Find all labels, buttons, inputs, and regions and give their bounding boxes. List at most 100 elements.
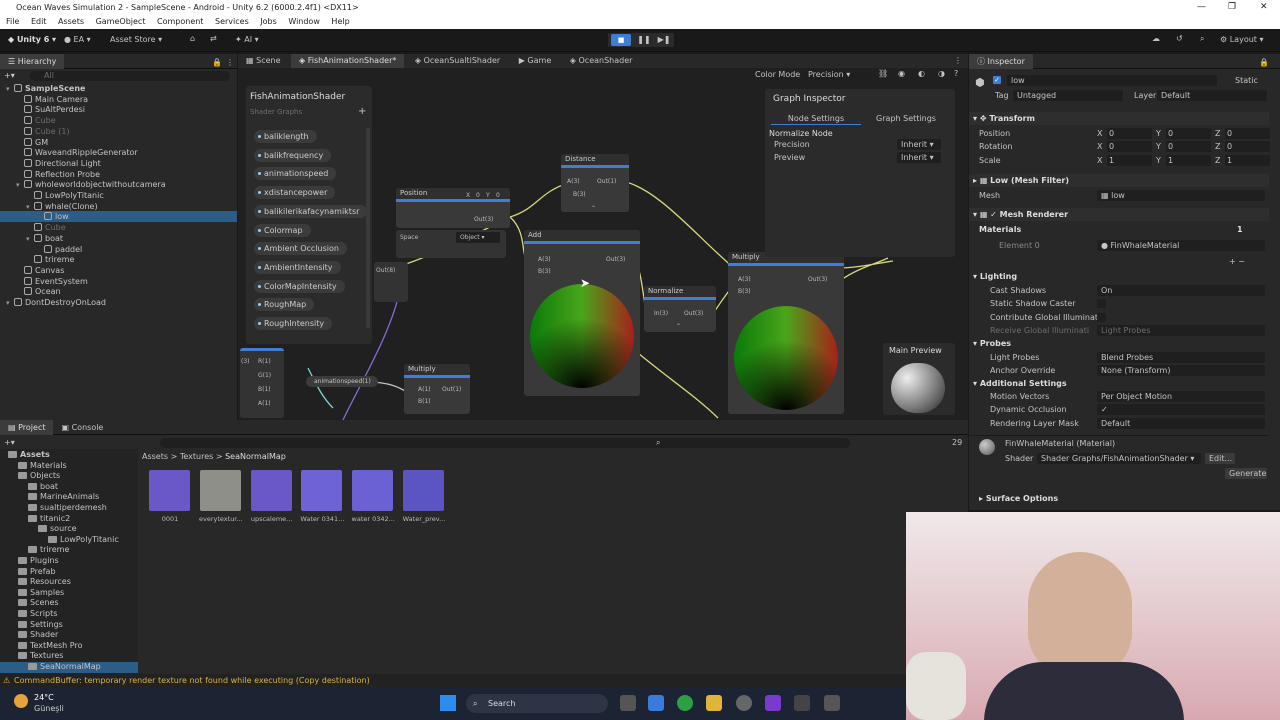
- hierarchy-item[interactable]: EventSystem: [0, 276, 237, 287]
- transform-y-field[interactable]: 1: [1166, 154, 1211, 166]
- transform-x-field[interactable]: 0: [1107, 141, 1152, 153]
- hierarchy-item[interactable]: WaveandRippleGenerator: [0, 147, 237, 158]
- tab-scene[interactable]: ▦ Scene: [238, 54, 289, 69]
- asset-thumbnail[interactable]: [199, 470, 241, 511]
- space-node[interactable]: Space Object ▾: [396, 230, 506, 258]
- multiply-port-b[interactable]: B(3): [738, 288, 751, 295]
- minimize-button[interactable]: —: [1197, 0, 1206, 15]
- tab-graph-settings[interactable]: Graph Settings: [861, 113, 951, 125]
- transform-z-field[interactable]: 1: [1225, 154, 1270, 166]
- hierarchy-search-input[interactable]: All: [30, 71, 230, 81]
- hierarchy-item[interactable]: Cube (1): [0, 126, 237, 137]
- hierarchy-item[interactable]: ▾ whale(Clone): [0, 201, 237, 212]
- hierarchy-item[interactable]: ▾ boat: [0, 233, 237, 244]
- project-folder[interactable]: LowPolyTitanic: [0, 535, 138, 546]
- transform-header[interactable]: ▾ ✥ Transform: [969, 112, 1269, 125]
- unity-editor-icon[interactable]: [824, 695, 840, 711]
- tab-fish-animation-shader[interactable]: ◈ FishAnimationShader*: [291, 54, 405, 69]
- inspector-row-value[interactable]: ✓: [1097, 404, 1265, 416]
- menu-services[interactable]: Services: [215, 17, 249, 26]
- distance-node[interactable]: Distance A(3) B(3) Out(1) ⌄: [561, 154, 629, 212]
- materials-row[interactable]: Materials 1: [969, 223, 1269, 236]
- project-folder[interactable]: boat: [0, 482, 138, 493]
- step-button[interactable]: ▶❚: [655, 34, 673, 46]
- split-out-port[interactable]: Out(8): [376, 267, 395, 274]
- project-folder[interactable]: Materials: [0, 461, 138, 472]
- hierarchy-item[interactable]: trireme: [0, 254, 237, 265]
- blackboard-property[interactable]: baliklength: [254, 130, 317, 143]
- hierarchy-item[interactable]: SuAltPerdesi: [0, 104, 237, 115]
- hierarchy-item[interactable]: paddel: [0, 244, 237, 255]
- asset-thumbnail[interactable]: [149, 470, 190, 511]
- taskbar-search-box[interactable]: ⌕ Search: [466, 694, 608, 713]
- transform-z-field[interactable]: 0: [1225, 128, 1270, 139]
- project-folder[interactable]: MarineAnimals: [0, 492, 138, 503]
- add-port-out[interactable]: Out(3): [606, 256, 625, 263]
- project-folder[interactable]: Prefab: [0, 567, 138, 578]
- add-element-button[interactable]: + −: [1229, 257, 1245, 266]
- hierarchy-item[interactable]: Cube: [0, 115, 237, 126]
- unity-hub-icon[interactable]: [794, 695, 810, 711]
- layer-dropdown[interactable]: Default: [1157, 90, 1267, 101]
- add-property-button[interactable]: +: [358, 106, 366, 117]
- split-port-b[interactable]: B(1): [258, 386, 271, 393]
- maximize-button[interactable]: ❐: [1228, 0, 1236, 15]
- multiply-node[interactable]: Multiply A(3) B(3) Out(3): [728, 252, 844, 414]
- project-folder[interactable]: source: [0, 524, 138, 535]
- space-dropdown[interactable]: Object ▾: [456, 232, 500, 243]
- copilot-icon[interactable]: [648, 695, 664, 711]
- hierarchy-item[interactable]: low: [0, 211, 237, 223]
- panel-menu-icon[interactable]: ⋮: [226, 55, 234, 70]
- blackboard-property[interactable]: ColorMapIntensity: [254, 279, 345, 293]
- position-node[interactable]: Position X 0 Y 0 Out(3): [396, 188, 510, 228]
- pause-button[interactable]: ❚❚: [635, 34, 653, 46]
- blackboard-scrollbar[interactable]: [366, 128, 370, 328]
- tag-dropdown[interactable]: Untagged: [1013, 90, 1123, 101]
- hierarchy-item[interactable]: ▾ DontDestroyOnLoad: [0, 297, 237, 308]
- generate-button[interactable]: Generate: [1225, 468, 1267, 479]
- account-dropdown[interactable]: ● EA ▾: [64, 35, 91, 44]
- project-folder[interactable]: Resources: [0, 577, 138, 588]
- split-node[interactable]: R(1) G(1) B(1) A(1) (3): [240, 348, 284, 418]
- hierarchy-item[interactable]: LowPolyTitanic: [0, 190, 237, 201]
- app-icon[interactable]: [736, 695, 752, 711]
- probes-header[interactable]: ▾ Probes: [969, 337, 1269, 350]
- menu-component[interactable]: Component: [157, 17, 203, 26]
- position-y-value[interactable]: 0: [496, 192, 500, 199]
- blackboard-property[interactable]: AmbientIntensity: [254, 260, 341, 274]
- search-icon[interactable]: ⌕: [1200, 34, 1204, 44]
- normalize-node[interactable]: Normalize In(3) Out(3) ⌄: [644, 286, 716, 332]
- inspector-row-value[interactable]: None (Transform): [1097, 365, 1265, 377]
- mesh-field[interactable]: ▦ low: [1097, 190, 1265, 201]
- ai-button[interactable]: ✦ AI ▾: [235, 35, 259, 44]
- tab-node-settings[interactable]: Node Settings: [771, 113, 861, 125]
- blackboard-property[interactable]: animationspeed: [254, 167, 337, 181]
- menu-jobs[interactable]: Jobs: [260, 17, 277, 26]
- blackboard-property[interactable]: RoughMap: [254, 298, 315, 312]
- split-output-node[interactable]: Out(8): [374, 262, 408, 302]
- lock-icon[interactable]: 🔒: [212, 55, 222, 70]
- distance-port-out[interactable]: Out(1): [597, 178, 616, 185]
- project-folder[interactable]: Textures: [0, 651, 138, 662]
- collapse-chevron-icon[interactable]: ⌄: [676, 320, 681, 327]
- inspector-lock-icon[interactable]: 🔒: [1259, 55, 1269, 70]
- project-folder[interactable]: Assets: [0, 450, 138, 461]
- menu-window[interactable]: Window: [288, 17, 320, 26]
- asset-store-button[interactable]: Asset Store ▾: [110, 35, 162, 44]
- normalize-port-in[interactable]: In(3): [654, 310, 668, 317]
- checkbox[interactable]: [1097, 299, 1106, 309]
- preview-dropdown[interactable]: Inherit ▾: [897, 152, 941, 163]
- object-name-field[interactable]: low: [1007, 75, 1217, 86]
- tab-game[interactable]: ▶ Game: [511, 54, 560, 69]
- asset-thumbnail[interactable]: [301, 470, 343, 511]
- history-icon[interactable]: ↺: [1176, 34, 1183, 43]
- tab-inspector[interactable]: ⓘ Inspector: [969, 54, 1033, 69]
- cloud-icon[interactable]: ⌂: [190, 34, 195, 43]
- active-checkbox[interactable]: ✓: [993, 76, 1001, 84]
- menu-edit[interactable]: Edit: [31, 17, 47, 26]
- tab-menu-icon[interactable]: ⋮: [954, 54, 962, 68]
- edit-shader-button[interactable]: Edit...: [1205, 453, 1235, 464]
- split-port-r[interactable]: R(1): [258, 358, 271, 365]
- distance-port-b[interactable]: B(3): [573, 191, 586, 198]
- blackboard-property[interactable]: Ambient Occlusion: [254, 242, 347, 256]
